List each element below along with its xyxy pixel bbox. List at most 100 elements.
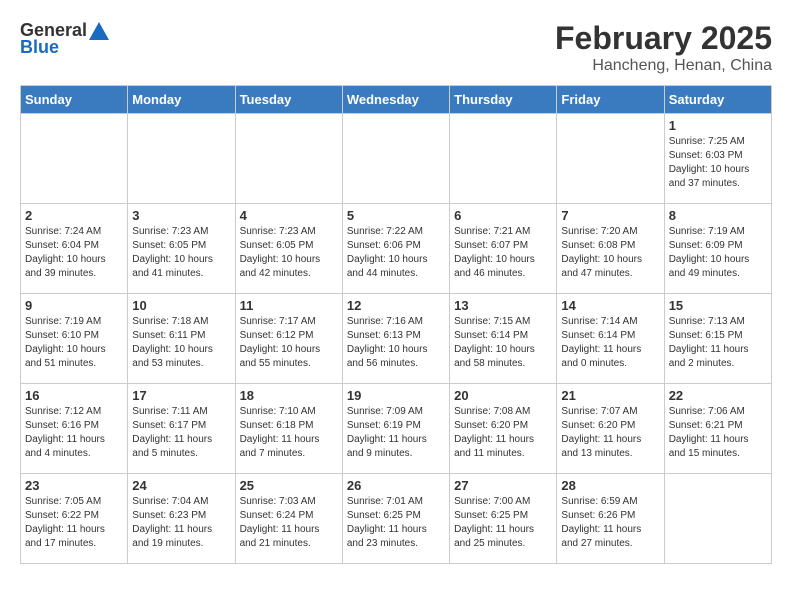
calendar-cell: 10 Sunrise: 7:18 AM Sunset: 6:11 PM Dayli… [128, 294, 235, 384]
day-number: 20 [454, 388, 552, 403]
day-number: 16 [25, 388, 123, 403]
day-info: Sunrise: 7:24 AM Sunset: 6:04 PM Dayligh… [25, 225, 123, 281]
day-info: Sunrise: 7:10 AM Sunset: 6:18 PM Dayligh… [240, 405, 338, 461]
header-monday: Monday [128, 86, 235, 114]
week-row-4: 16 Sunrise: 7:12 AM Sunset: 6:16 PM Dayli… [21, 384, 772, 474]
day-number: 5 [347, 208, 445, 223]
title-area: February 2025 Hancheng, Henan, China [555, 20, 772, 75]
day-number: 15 [669, 298, 767, 313]
header-tuesday: Tuesday [235, 86, 342, 114]
calendar-cell: 17Sunrise: 7:11 AM Sunset: 6:17 PM Dayli… [128, 384, 235, 474]
header-friday: Friday [557, 86, 664, 114]
day-number: 28 [561, 478, 659, 493]
day-number: 17 [132, 388, 230, 403]
calendar-cell: 16 Sunrise: 7:12 AM Sunset: 6:16 PM Dayli… [21, 384, 128, 474]
day-info: Sunrise: 7:08 AM Sunset: 6:20 PM Dayligh… [454, 405, 552, 461]
calendar-cell: 21 Sunrise: 7:07 AM Sunset: 6:20 PM Dayli… [557, 384, 664, 474]
calendar-cell: 1Sunrise: 7:25 AM Sunset: 6:03 PM Daylig… [664, 114, 771, 204]
calendar-cell: 7 Sunrise: 7:20 AM Sunset: 6:08 PM Daylig… [557, 204, 664, 294]
day-info: Sunrise: 7:22 AM Sunset: 6:06 PM Dayligh… [347, 225, 445, 281]
calendar-title: February 2025 [555, 20, 772, 57]
day-number: 25 [240, 478, 338, 493]
day-info: Sunrise: 7:07 AM Sunset: 6:20 PM Dayligh… [561, 405, 659, 461]
day-number: 21 [561, 388, 659, 403]
day-number: 19 [347, 388, 445, 403]
day-number: 7 [561, 208, 659, 223]
day-number: 18 [240, 388, 338, 403]
day-number: 12 [347, 298, 445, 313]
week-row-2: 2Sunrise: 7:24 AM Sunset: 6:04 PM Daylig… [21, 204, 772, 294]
logo: General Blue [20, 20, 109, 58]
calendar-cell [450, 114, 557, 204]
calendar-cell: 8Sunrise: 7:19 AM Sunset: 6:09 PM Daylig… [664, 204, 771, 294]
calendar-cell: 12 Sunrise: 7:16 AM Sunset: 6:13 PM Dayli… [342, 294, 449, 384]
calendar-cell [235, 114, 342, 204]
week-row-5: 23Sunrise: 7:05 AM Sunset: 6:22 PM Dayli… [21, 474, 772, 564]
day-info: Sunrise: 7:00 AM Sunset: 6:25 PM Dayligh… [454, 495, 552, 551]
day-number: 8 [669, 208, 767, 223]
logo-blue-text: Blue [20, 37, 59, 58]
calendar-cell: 20 Sunrise: 7:08 AM Sunset: 6:20 PM Dayli… [450, 384, 557, 474]
calendar-cell: 11 Sunrise: 7:17 AM Sunset: 6:12 PM Dayli… [235, 294, 342, 384]
calendar-header-row: Sunday Monday Tuesday Wednesday Thursday… [21, 86, 772, 114]
calendar-cell [664, 474, 771, 564]
calendar-cell: 4 Sunrise: 7:23 AM Sunset: 6:05 PM Daylig… [235, 204, 342, 294]
header-sunday: Sunday [21, 86, 128, 114]
day-info: Sunrise: 7:13 AM Sunset: 6:15 PM Dayligh… [669, 315, 767, 371]
day-info: Sunrise: 7:03 AM Sunset: 6:24 PM Dayligh… [240, 495, 338, 551]
day-info: Sunrise: 7:20 AM Sunset: 6:08 PM Dayligh… [561, 225, 659, 281]
calendar-cell: 15 Sunrise: 7:13 AM Sunset: 6:15 PM Dayli… [664, 294, 771, 384]
day-info: Sunrise: 7:09 AM Sunset: 6:19 PM Dayligh… [347, 405, 445, 461]
calendar-cell [342, 114, 449, 204]
day-info: Sunrise: 7:14 AM Sunset: 6:14 PM Dayligh… [561, 315, 659, 371]
day-number: 9 [25, 298, 123, 313]
day-number: 26 [347, 478, 445, 493]
calendar-table: Sunday Monday Tuesday Wednesday Thursday… [20, 85, 772, 564]
calendar-cell: 14 Sunrise: 7:14 AM Sunset: 6:14 PM Dayli… [557, 294, 664, 384]
day-number: 22 [669, 388, 767, 403]
day-number: 4 [240, 208, 338, 223]
day-number: 14 [561, 298, 659, 313]
day-info: Sunrise: 7:18 AM Sunset: 6:11 PM Dayligh… [132, 315, 230, 371]
day-info: Sunrise: 7:16 AM Sunset: 6:13 PM Dayligh… [347, 315, 445, 371]
calendar-cell: 5 Sunrise: 7:22 AM Sunset: 6:06 PM Daylig… [342, 204, 449, 294]
day-number: 1 [669, 118, 767, 133]
day-info: Sunrise: 7:12 AM Sunset: 6:16 PM Dayligh… [25, 405, 123, 461]
day-info: Sunrise: 7:06 AM Sunset: 6:21 PM Dayligh… [669, 405, 767, 461]
header-thursday: Thursday [450, 86, 557, 114]
day-info: Sunrise: 7:23 AM Sunset: 6:05 PM Dayligh… [132, 225, 230, 281]
calendar-cell: 3Sunrise: 7:23 AM Sunset: 6:05 PM Daylig… [128, 204, 235, 294]
day-info: Sunrise: 6:59 AM Sunset: 6:26 PM Dayligh… [561, 495, 659, 551]
calendar-cell: 19 Sunrise: 7:09 AM Sunset: 6:19 PM Dayli… [342, 384, 449, 474]
header-wednesday: Wednesday [342, 86, 449, 114]
calendar-cell: 24Sunrise: 7:04 AM Sunset: 6:23 PM Dayli… [128, 474, 235, 564]
calendar-body: 1Sunrise: 7:25 AM Sunset: 6:03 PM Daylig… [21, 114, 772, 564]
day-info: Sunrise: 7:17 AM Sunset: 6:12 PM Dayligh… [240, 315, 338, 371]
calendar-cell [21, 114, 128, 204]
calendar-cell: 13Sunrise: 7:15 AM Sunset: 6:14 PM Dayli… [450, 294, 557, 384]
day-number: 10 [132, 298, 230, 313]
calendar-cell: 27 Sunrise: 7:00 AM Sunset: 6:25 PM Dayli… [450, 474, 557, 564]
calendar-cell: 9Sunrise: 7:19 AM Sunset: 6:10 PM Daylig… [21, 294, 128, 384]
day-info: Sunrise: 7:21 AM Sunset: 6:07 PM Dayligh… [454, 225, 552, 281]
calendar-cell: 23Sunrise: 7:05 AM Sunset: 6:22 PM Dayli… [21, 474, 128, 564]
day-number: 24 [132, 478, 230, 493]
calendar-cell: 2Sunrise: 7:24 AM Sunset: 6:04 PM Daylig… [21, 204, 128, 294]
calendar-cell: 18 Sunrise: 7:10 AM Sunset: 6:18 PM Dayli… [235, 384, 342, 474]
calendar-cell: 6Sunrise: 7:21 AM Sunset: 6:07 PM Daylig… [450, 204, 557, 294]
logo-icon [89, 22, 109, 40]
calendar-subtitle: Hancheng, Henan, China [555, 57, 772, 75]
day-number: 23 [25, 478, 123, 493]
day-number: 27 [454, 478, 552, 493]
calendar-cell: 22 Sunrise: 7:06 AM Sunset: 6:21 PM Dayli… [664, 384, 771, 474]
week-row-3: 9Sunrise: 7:19 AM Sunset: 6:10 PM Daylig… [21, 294, 772, 384]
day-number: 11 [240, 298, 338, 313]
week-row-1: 1Sunrise: 7:25 AM Sunset: 6:03 PM Daylig… [21, 114, 772, 204]
calendar-cell [557, 114, 664, 204]
day-info: Sunrise: 7:23 AM Sunset: 6:05 PM Dayligh… [240, 225, 338, 281]
calendar-cell [128, 114, 235, 204]
header: General Blue February 2025 Hancheng, Hen… [20, 20, 772, 75]
calendar-cell: 25 Sunrise: 7:03 AM Sunset: 6:24 PM Dayli… [235, 474, 342, 564]
day-info: Sunrise: 7:01 AM Sunset: 6:25 PM Dayligh… [347, 495, 445, 551]
day-number: 13 [454, 298, 552, 313]
